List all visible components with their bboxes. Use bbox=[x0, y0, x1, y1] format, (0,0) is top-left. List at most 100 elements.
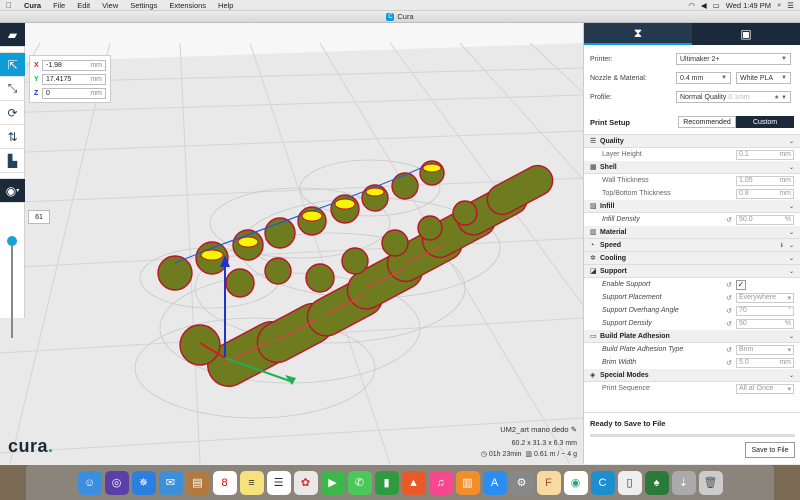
material-select[interactable]: White PLA ▼ bbox=[736, 72, 791, 84]
chevron-down-icon: ▾ bbox=[787, 346, 791, 354]
open-file-button[interactable]: ▰ bbox=[0, 23, 25, 47]
x-coord-input[interactable]: -1.98 mm bbox=[42, 59, 106, 71]
menu-settings[interactable]: Settings bbox=[124, 1, 163, 10]
brim-width-input[interactable]: 5.0 mm bbox=[736, 357, 794, 368]
reset-icon[interactable]: ↺ bbox=[726, 359, 736, 367]
reset-icon[interactable]: ↺ bbox=[726, 307, 736, 315]
reminders-icon[interactable]: ☰ bbox=[266, 470, 291, 495]
menu-help[interactable]: Help bbox=[212, 1, 239, 10]
menu-file[interactable]: File bbox=[47, 1, 71, 10]
file-icon[interactable]: ▯ bbox=[617, 470, 642, 495]
category-support[interactable]: ◪ Support ⌄ bbox=[584, 265, 800, 278]
star-icon[interactable]: ★ ▼ bbox=[774, 94, 787, 101]
apple-icon[interactable]:  bbox=[0, 1, 18, 10]
finder-icon[interactable]: ☺ bbox=[77, 470, 102, 495]
model-name[interactable]: UM2_art mano dedo ✎ bbox=[481, 425, 577, 434]
z-coord-input[interactable]: 0 mm bbox=[42, 87, 106, 99]
safari-icon[interactable]: ✵ bbox=[131, 470, 156, 495]
support-density-input[interactable]: 50% bbox=[736, 318, 794, 329]
layer-slider-handle[interactable] bbox=[7, 236, 17, 246]
tab-prepare[interactable]: ⧗ bbox=[584, 23, 692, 45]
layer-slider[interactable] bbox=[0, 230, 25, 338]
solitaire-icon[interactable]: ♠ bbox=[644, 470, 669, 495]
siri-icon[interactable]: ◎ bbox=[104, 470, 129, 495]
scale-tool-button[interactable]: ⤡ bbox=[0, 77, 25, 101]
recommended-mode-button[interactable]: Recommended bbox=[678, 116, 736, 128]
wifi-icon[interactable]: ◠ bbox=[688, 1, 695, 10]
support-placement-select[interactable]: Everywhere ▾ bbox=[736, 292, 794, 303]
info-icon[interactable]: ℹ bbox=[781, 242, 783, 249]
setting-value: 0.8 bbox=[739, 190, 749, 197]
photos-icon[interactable]: ✿ bbox=[293, 470, 318, 495]
layer-number-field[interactable]: 61 bbox=[28, 210, 50, 224]
menu-edit[interactable]: Edit bbox=[71, 1, 96, 10]
category-quality[interactable]: ☰ Quality ⌄ bbox=[584, 135, 800, 148]
system-preferences-icon[interactable]: ⚙ bbox=[509, 470, 534, 495]
reset-icon[interactable]: ↺ bbox=[726, 320, 736, 328]
category-material[interactable]: ▥ Material ⌄ bbox=[584, 226, 800, 239]
save-to-file-button[interactable]: Save to File bbox=[745, 442, 795, 458]
menu-app-name[interactable]: Cura bbox=[18, 1, 47, 10]
chrome-icon[interactable]: ◉ bbox=[563, 470, 588, 495]
eye-icon: ◉ bbox=[5, 183, 17, 198]
per-model-settings-button[interactable]: ▙ bbox=[0, 149, 25, 173]
top-bottom-thickness-input[interactable]: 0.8 mm bbox=[736, 188, 794, 199]
edit-icon[interactable]: ✎ bbox=[571, 425, 577, 434]
layer-slider-track[interactable] bbox=[11, 238, 13, 338]
category-shell[interactable]: ▦ Shell ⌄ bbox=[584, 161, 800, 174]
enable-support-checkbox[interactable]: ✓ bbox=[736, 279, 746, 290]
app-store-icon[interactable]: A bbox=[482, 470, 507, 495]
custom-mode-button[interactable]: Custom bbox=[736, 116, 794, 128]
wall-thickness-input[interactable]: 1.05 mm bbox=[736, 175, 794, 186]
category-speed[interactable]: ◔ Speed ℹ ⌄ bbox=[584, 239, 800, 252]
category-adhesion[interactable]: ▭ Build Plate Adhesion ⌄ bbox=[584, 330, 800, 343]
clock[interactable]: Wed 1:49 PM bbox=[726, 1, 771, 10]
mail-icon[interactable]: ✉ bbox=[158, 470, 183, 495]
reset-icon[interactable]: ↺ bbox=[726, 346, 736, 354]
adhesion-type-select[interactable]: Brim ▾ bbox=[736, 344, 794, 355]
contacts-icon[interactable]: ▤ bbox=[185, 470, 210, 495]
layer-height-input[interactable]: 0.1 mm bbox=[736, 149, 794, 160]
y-coord-input[interactable]: 17.4175 mm bbox=[42, 73, 106, 85]
trash-icon[interactable]: 🗑 bbox=[698, 470, 723, 495]
setting-unit: mm bbox=[779, 190, 791, 197]
support-overhang-input[interactable]: 70 ° bbox=[736, 305, 794, 316]
downloads-icon[interactable]: ⇣ bbox=[671, 470, 696, 495]
battery-icon[interactable]: ▭ bbox=[713, 1, 720, 10]
category-infill[interactable]: ▨ Infill ⌄ bbox=[584, 200, 800, 213]
translate-tool-button[interactable]: ⇱ bbox=[0, 53, 25, 77]
reset-icon[interactable]: ↺ bbox=[726, 216, 736, 224]
category-cooling[interactable]: ✲ Cooling ⌄ bbox=[584, 252, 800, 265]
menu-extensions[interactable]: Extensions bbox=[163, 1, 212, 10]
category-label: Quality bbox=[600, 137, 624, 145]
reset-icon[interactable]: ↺ bbox=[726, 281, 736, 289]
print-sequence-select[interactable]: All at Once ▾ bbox=[736, 383, 794, 394]
profile-select[interactable]: Normal Quality 0.1mm ★ ▼ bbox=[676, 91, 791, 103]
category-special-modes[interactable]: ◈ Special Modes ⌄ bbox=[584, 369, 800, 382]
messages-icon[interactable]: ✆ bbox=[347, 470, 372, 495]
view-mode-button[interactable]: ◉ ▾ bbox=[0, 179, 25, 203]
cura-dock-icon[interactable]: C bbox=[590, 470, 615, 495]
notes-icon[interactable]: ≡ bbox=[239, 470, 264, 495]
chevron-down-icon: ⌄ bbox=[788, 138, 794, 145]
infill-density-input[interactable]: 50.0% bbox=[736, 214, 794, 225]
reset-icon[interactable]: ↺ bbox=[726, 294, 736, 302]
volume-icon[interactable]: ◀ bbox=[701, 1, 707, 10]
menu-list-icon[interactable]: ☰ bbox=[787, 1, 794, 10]
calendar-icon[interactable]: 8 bbox=[212, 470, 237, 495]
itunes-icon[interactable]: ♫ bbox=[428, 470, 453, 495]
keynote-icon[interactable]: ▲ bbox=[401, 470, 426, 495]
ibooks-icon[interactable]: ▥ bbox=[455, 470, 480, 495]
nozzle-select[interactable]: 0.4 mm ▼ bbox=[676, 72, 731, 84]
numbers-icon[interactable]: ▮ bbox=[374, 470, 399, 495]
tab-monitor[interactable]: ▣ bbox=[692, 23, 800, 45]
rotate-tool-button[interactable]: ⟳ bbox=[0, 101, 25, 125]
setting-unit: ° bbox=[788, 307, 791, 314]
fusion-icon[interactable]: F bbox=[536, 470, 561, 495]
menu-view[interactable]: View bbox=[96, 1, 124, 10]
search-icon[interactable]: ⌕ bbox=[777, 0, 781, 10]
facetime-icon[interactable]: ▶ bbox=[320, 470, 345, 495]
mirror-tool-button[interactable]: ⇅ bbox=[0, 125, 25, 149]
chevron-down-icon: ⌄ bbox=[788, 203, 794, 210]
printer-select[interactable]: Ultimaker 2+ ▼ bbox=[676, 53, 791, 65]
